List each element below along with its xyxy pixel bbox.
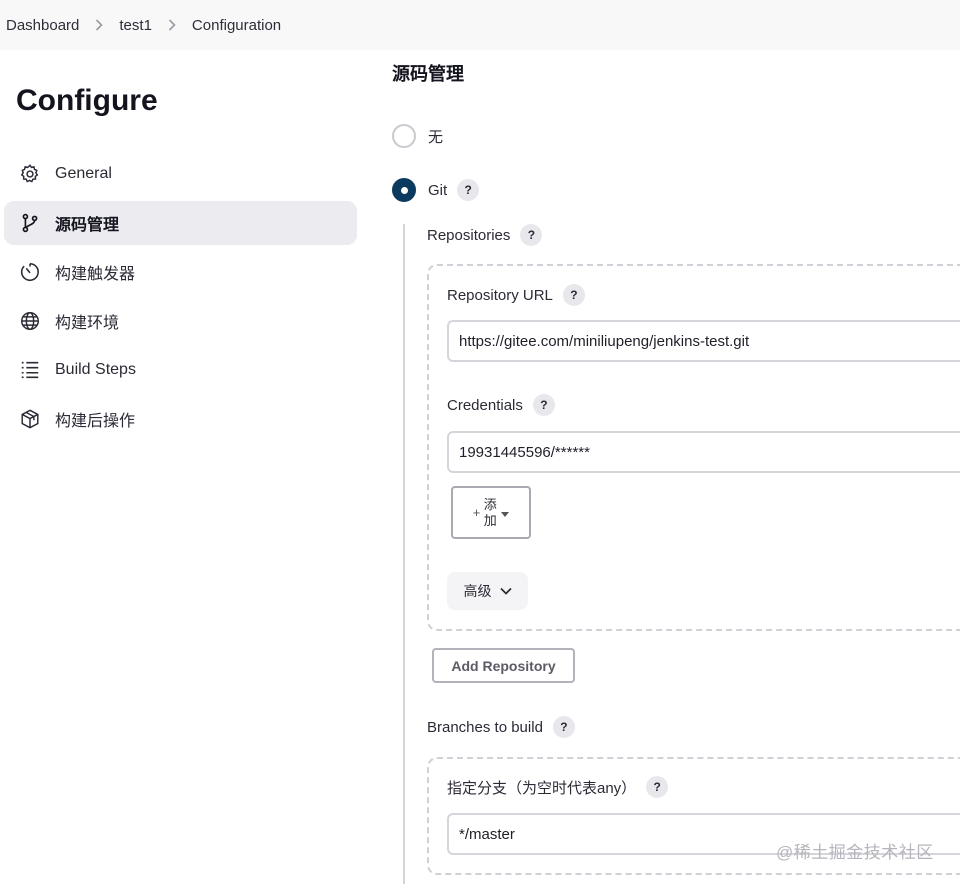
advanced-label: 高级	[463, 583, 492, 599]
sidebar-item-label: 源码管理	[55, 217, 120, 234]
advanced-button[interactable]: 高级	[447, 572, 528, 610]
chevron-right-icon	[95, 19, 104, 31]
repository-url-label: Repository URL	[447, 286, 553, 304]
scm-section-title: 源码管理	[392, 64, 464, 84]
sidebar-item-label: 构建环境	[55, 315, 120, 332]
watermark: @稀土掘金技术社区	[776, 843, 934, 862]
help-branches-icon[interactable]: ?	[552, 716, 575, 738]
repository-url-value: https://gitee.com/miniliupeng/jenkins-te…	[459, 332, 750, 350]
radio-git-label: Git	[428, 181, 448, 199]
radio-option-none[interactable]: 无	[392, 124, 443, 148]
add-repository-label: Add Repository	[451, 657, 556, 674]
branch-specifier-label-row: 指定分支（为空时代表any） ?	[447, 776, 669, 798]
add-credentials-button[interactable]: + 添加	[451, 486, 531, 539]
sidebar-item-label: Build Steps	[55, 361, 136, 378]
timer-icon	[18, 260, 42, 284]
repository-url-input[interactable]: https://gitee.com/miniliupeng/jenkins-te…	[447, 320, 960, 362]
help-repositories-icon[interactable]: ?	[520, 224, 543, 246]
sidebar-nav: General 源码管理 构建触发器 构建环境 Build Steps 构建后操…	[4, 152, 357, 446]
globe-icon	[18, 309, 42, 333]
credentials-label-row: Credentials ?	[447, 394, 555, 416]
branches-label: Branches to build	[427, 718, 543, 736]
radio-git[interactable]	[392, 178, 416, 202]
breadcrumb: Dashboard test1 Configuration	[0, 0, 960, 50]
sidebar-item-label: 构建触发器	[55, 266, 136, 283]
page-title: Configure	[16, 84, 158, 117]
package-icon	[18, 407, 42, 431]
list-icon	[18, 358, 42, 382]
caret-down-icon	[501, 505, 510, 520]
help-repository-url-icon[interactable]: ?	[562, 284, 585, 306]
breadcrumb-dashboard[interactable]: Dashboard	[4, 17, 81, 34]
sidebar-item-build-steps[interactable]: Build Steps	[4, 348, 357, 392]
repositories-label: Repositories	[427, 226, 511, 244]
breadcrumb-job[interactable]: test1	[117, 17, 154, 34]
sidebar-item-label: General	[55, 165, 112, 182]
radio-none[interactable]	[392, 124, 416, 148]
repository-url-label-row: Repository URL ?	[447, 284, 585, 306]
sidebar-item-post-build[interactable]: 构建后操作	[4, 397, 357, 441]
branch-specifier-value: */master	[459, 825, 515, 843]
branches-label-row: Branches to build ?	[427, 716, 575, 738]
git-section-divider	[403, 224, 405, 884]
radio-option-git[interactable]: Git ?	[392, 178, 480, 202]
credentials-select[interactable]: 19931445596/******	[447, 431, 960, 473]
chevron-down-icon	[499, 587, 512, 595]
help-branch-specifier-icon[interactable]: ?	[646, 776, 669, 798]
repositories-label-row: Repositories ?	[427, 224, 543, 246]
sidebar-item-label: 构建后操作	[55, 413, 136, 430]
sidebar-item-build-environment[interactable]: 构建环境	[4, 299, 357, 343]
sidebar-item-build-triggers[interactable]: 构建触发器	[4, 250, 357, 294]
plus-icon: +	[472, 505, 481, 520]
chevron-right-icon	[168, 19, 176, 31]
breadcrumb-configuration[interactable]: Configuration	[190, 17, 283, 34]
add-credentials-label: 添加	[483, 496, 497, 528]
branch-icon	[18, 211, 42, 235]
radio-none-label: 无	[428, 128, 444, 146]
add-repository-button[interactable]: Add Repository	[432, 648, 575, 683]
sidebar-item-scm[interactable]: 源码管理	[4, 201, 357, 245]
credentials-label: Credentials	[447, 396, 523, 414]
gear-icon	[18, 162, 42, 186]
help-credentials-icon[interactable]: ?	[532, 394, 555, 416]
sidebar-item-general[interactable]: General	[4, 152, 357, 196]
credentials-value: 19931445596/******	[459, 443, 590, 461]
help-git-icon[interactable]: ?	[457, 179, 480, 201]
branch-specifier-label: 指定分支（为空时代表any）	[447, 779, 637, 797]
